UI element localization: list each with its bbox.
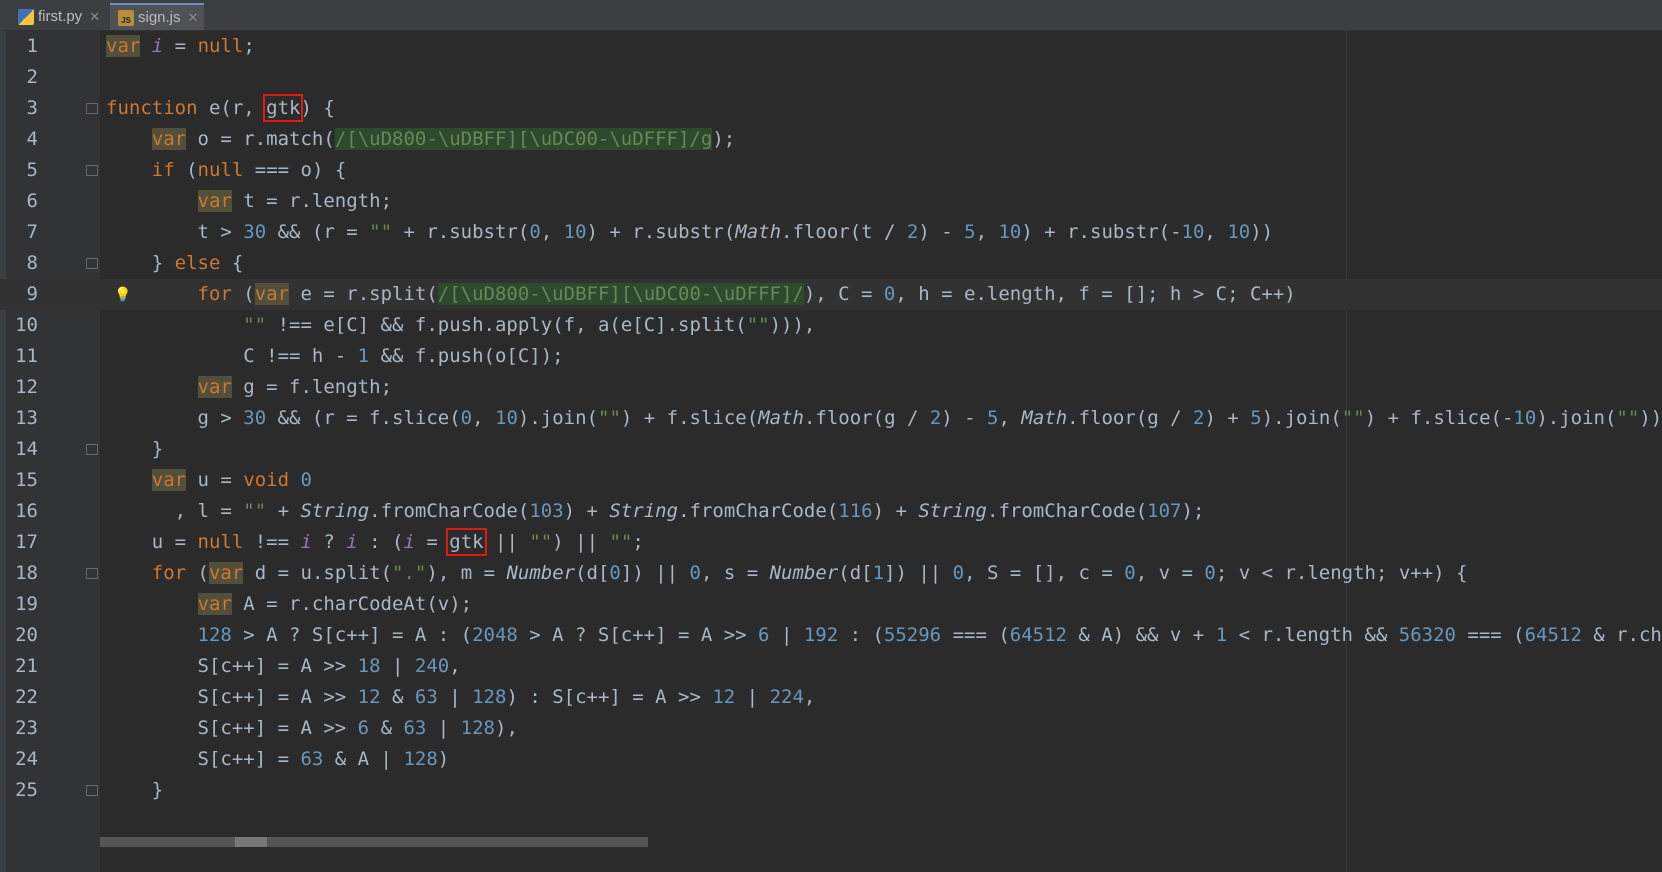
line-number: 20 [15, 624, 38, 646]
close-icon[interactable]: ✕ [188, 10, 199, 26]
code-text[interactable]: u = null !== i ? i : (i = gtk || "") || … [106, 527, 644, 558]
code-line[interactable]: 7 t > 30 && (r = "" + r.substr(0, 10) + … [0, 217, 1662, 248]
code-line[interactable]: 8 } else { [0, 248, 1662, 279]
tab-first-py[interactable]: first.py ✕ [10, 3, 106, 30]
code-line[interactable]: 19 var A = r.charCodeAt(v); [0, 589, 1662, 620]
fold-open-icon[interactable] [86, 568, 98, 579]
line-number: 6 [26, 190, 38, 212]
line-number: 18 [15, 562, 38, 584]
code-text[interactable]: , l = "" + String.fromCharCode(103) + St… [106, 496, 1205, 527]
line-number: 17 [15, 531, 38, 553]
line-number: 16 [15, 500, 38, 522]
code-line[interactable]: 21 S[c++] = A >> 18 | 240, [0, 651, 1662, 682]
code-line[interactable]: 23 S[c++] = A >> 6 & 63 | 128), [0, 713, 1662, 744]
line-number: 21 [15, 655, 38, 677]
fold-open-icon[interactable] [86, 103, 98, 114]
code-line[interactable]: 24 S[c++] = 63 & A | 128) [0, 744, 1662, 775]
line-number: 24 [15, 748, 38, 770]
code-text[interactable]: } [106, 775, 163, 806]
js-file-icon: JS [118, 9, 134, 26]
code-line[interactable]: 16 , l = "" + String.fromCharCode(103) +… [0, 496, 1662, 527]
code-text[interactable]: var g = f.length; [106, 372, 392, 403]
line-number: 15 [15, 469, 38, 491]
code-line[interactable]: 25 } [0, 775, 1662, 806]
code-line[interactable]: 6 var t = r.length; [0, 186, 1662, 217]
code-text[interactable]: S[c++] = A >> 18 | 240, [106, 651, 461, 682]
line-number: 12 [15, 376, 38, 398]
code-text[interactable]: for (var d = u.split("."), m = Number(d[… [106, 558, 1468, 589]
code-text[interactable]: var A = r.charCodeAt(v); [106, 589, 472, 620]
code-text[interactable]: S[c++] = 63 & A | 128) [106, 744, 450, 775]
scrollbar-thumb[interactable] [235, 837, 267, 847]
code-line[interactable]: 20 128 > A ? S[c++] = A : (2048 > A ? S[… [0, 620, 1662, 651]
tab-label: first.py [38, 8, 83, 25]
horizontal-scrollbar[interactable] [100, 837, 648, 847]
code-line[interactable]: 5 if (null === o) { [0, 155, 1662, 186]
line-number: 13 [15, 407, 38, 429]
code-line[interactable]: 11 C !== h - 1 && f.push(o[C]); [0, 341, 1662, 372]
code-line[interactable]: 17 u = null !== i ? i : (i = gtk || "") … [0, 527, 1662, 558]
code-line[interactable]: 12 var g = f.length; [0, 372, 1662, 403]
code-text[interactable]: S[c++] = A >> 12 & 63 | 128) : S[c++] = … [106, 682, 816, 713]
code-text[interactable]: } [106, 434, 163, 465]
code-line[interactable]: 15 var u = void 0 [0, 465, 1662, 496]
line-number: 19 [15, 593, 38, 615]
fold-close-icon[interactable] [86, 258, 98, 269]
editor-tab-bar: first.py ✕ JS sign.js ✕ [0, 0, 1662, 31]
line-number: 14 [15, 438, 38, 460]
code-line[interactable]: 18 for (var d = u.split("."), m = Number… [0, 558, 1662, 589]
code-line[interactable]: 4 var o = r.match(/[\uD800-\uDBFF][\uDC0… [0, 124, 1662, 155]
fold-close-icon[interactable] [86, 444, 98, 455]
lightbulb-icon[interactable]: 💡 [114, 287, 131, 303]
code-text[interactable]: S[c++] = A >> 6 & 63 | 128), [106, 713, 518, 744]
tab-sign-js[interactable]: JS sign.js ✕ [110, 3, 205, 30]
code-text[interactable]: g > 30 && (r = f.slice(0, 10).join("") +… [106, 403, 1662, 434]
code-line[interactable]: 2 [0, 62, 1662, 93]
line-number: 10 [15, 314, 38, 336]
code-text[interactable]: var i = null; [106, 31, 255, 62]
code-line[interactable]: 10 "" !== e[C] && f.push.apply(f, a(e[C]… [0, 310, 1662, 341]
code-text[interactable]: var o = r.match(/[\uD800-\uDBFF][\uDC00-… [106, 124, 735, 155]
code-text[interactable]: } else { [106, 248, 244, 279]
code-line[interactable]: 1 var i = null; [0, 31, 1662, 62]
line-number: 23 [15, 717, 38, 739]
python-file-icon [18, 8, 34, 25]
line-number: 3 [26, 97, 38, 119]
line-number: 11 [15, 345, 38, 367]
code-line[interactable]: 13 g > 30 && (r = f.slice(0, 10).join(""… [0, 403, 1662, 434]
code-line[interactable]: 22 S[c++] = A >> 12 & 63 | 128) : S[c++]… [0, 682, 1662, 713]
code-editor[interactable]: 1 var i = null; 2 3 function e(r, gtk) {4 va… [0, 31, 1662, 872]
close-icon[interactable]: ✕ [89, 9, 100, 25]
line-number: 7 [26, 221, 38, 243]
code-text[interactable]: var t = r.length; [106, 186, 392, 217]
line-number: 22 [15, 686, 38, 708]
tab-label: sign.js [138, 9, 181, 26]
code-text[interactable]: if (null === o) { [106, 155, 347, 186]
line-number: 4 [26, 128, 38, 150]
code-line[interactable]: 3 function e(r, gtk) { [0, 93, 1662, 124]
code-text[interactable]: "" !== e[C] && f.push.apply(f, a(e[C].sp… [106, 310, 815, 341]
line-number: 5 [26, 159, 38, 181]
fold-open-icon[interactable] [86, 165, 98, 176]
code-text[interactable]: var u = void 0 [106, 465, 312, 496]
line-number: 8 [26, 252, 38, 274]
code-line[interactable]: 9 for (var e = r.split(/[\uD800-\uDBFF][… [0, 279, 1662, 310]
line-number: 2 [26, 66, 38, 88]
fold-close-icon[interactable] [86, 785, 98, 796]
code-text[interactable]: 128 > A ? S[c++] = A : (2048 > A ? S[c++… [106, 620, 1662, 651]
code-text[interactable]: C !== h - 1 && f.push(o[C]); [106, 341, 563, 372]
line-number: 9 [26, 283, 38, 305]
code-text[interactable]: for (var e = r.split(/[\uD800-\uDBFF][\u… [106, 279, 1296, 310]
code-text[interactable]: t > 30 && (r = "" + r.substr(0, 10) + r.… [106, 217, 1274, 248]
line-number: 25 [15, 779, 38, 801]
code-line[interactable]: 14 } [0, 434, 1662, 465]
code-text[interactable]: function e(r, gtk) { [106, 93, 335, 124]
line-number: 1 [26, 35, 38, 57]
